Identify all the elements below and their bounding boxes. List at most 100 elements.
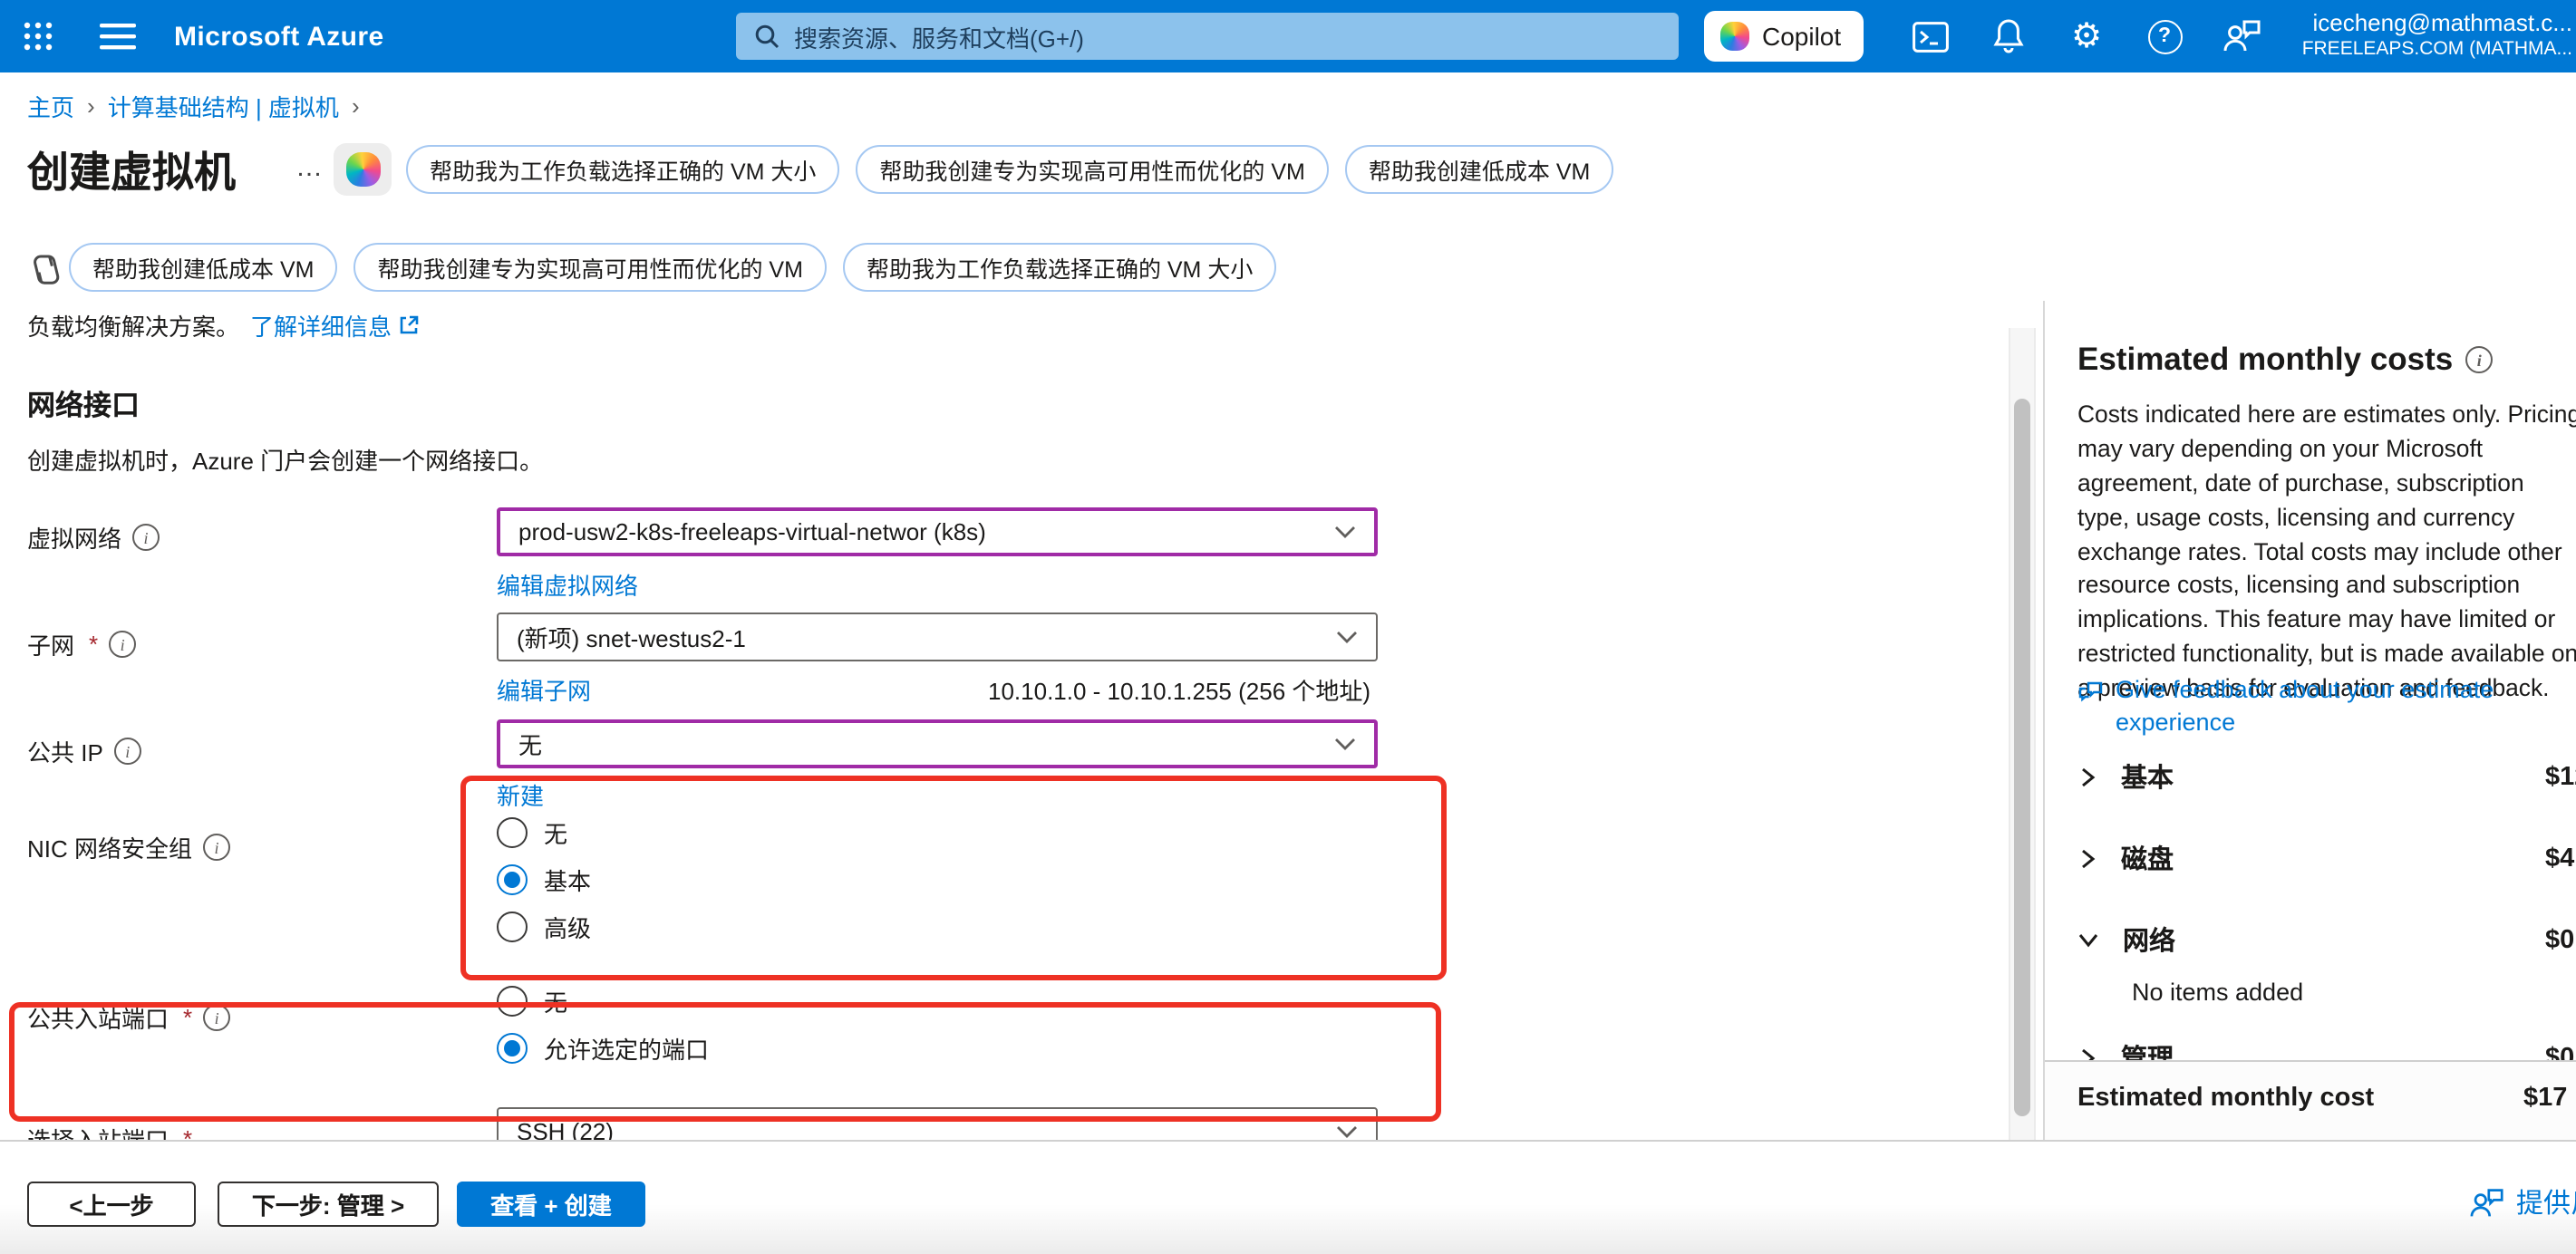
select-ports-dropdown[interactable]: SSH (22) xyxy=(497,1107,1378,1140)
radio-selected-icon xyxy=(497,1033,528,1064)
estimated-total-bar: Estimated monthly cost $17 xyxy=(2045,1060,2576,1140)
section-description: 创建虚拟机时，Azure 门户会创建一个网络接口。 xyxy=(27,442,543,477)
public-ip-dropdown[interactable]: 无 xyxy=(497,719,1378,768)
subnet-dropdown[interactable]: (新项) snet-westus2-1 xyxy=(497,613,1378,661)
inbound-ports-label: 公共入站端口*i xyxy=(27,1000,230,1035)
cost-row-disk[interactable]: 磁盘 $4.8 xyxy=(2077,839,2576,877)
chevron-right-icon xyxy=(2077,847,2097,869)
info-icon[interactable]: i xyxy=(109,631,136,658)
public-ip-label: 公共 IPi xyxy=(27,734,141,768)
inbound-option-none[interactable]: 无 xyxy=(497,984,567,1018)
estimate-feedback-link[interactable]: Give feedback about your estimate experi… xyxy=(2077,674,2549,740)
chevron-down-icon xyxy=(2077,930,2099,950)
breadcrumb-home[interactable]: 主页 xyxy=(27,89,74,123)
feedback-person-icon[interactable] xyxy=(2219,13,2266,60)
select-ports-label: 选择入站端口* xyxy=(27,1122,192,1140)
info-icon[interactable]: i xyxy=(2465,346,2493,373)
suggestion-pill[interactable]: 帮助我创建低成本 VM xyxy=(69,243,337,292)
intro-line: 负载均衡解决方案。 了解详细信息 xyxy=(27,308,419,342)
feedback-person-icon xyxy=(2469,1186,2505,1219)
no-items-note: No items added xyxy=(2132,979,2303,1006)
user-tenant: FREELEAPS.COM (MATHMA... xyxy=(2302,39,2572,63)
cloud-shell-icon[interactable] xyxy=(1907,13,1954,60)
suggestion-pill[interactable]: 帮助我为工作负载选择正确的 VM 大小 xyxy=(843,243,1276,292)
vnet-dropdown[interactable]: prod-usw2-k8s-freeleaps-virtual-networ (… xyxy=(497,507,1378,556)
account-info[interactable]: icecheng@mathmast.c... FREELEAPS.COM (MA… xyxy=(2302,9,2572,63)
radio-selected-icon xyxy=(497,864,528,895)
global-search-input[interactable]: 搜索资源、服务和文档(G+/) xyxy=(736,13,1679,60)
chevron-right-icon: › xyxy=(352,92,360,120)
product-title[interactable]: Microsoft Azure xyxy=(174,21,384,52)
scrollbar-thumb[interactable] xyxy=(2014,399,2030,1116)
cost-panel-title: Estimated monthly costsi xyxy=(2077,341,2493,379)
chevron-right-icon: › xyxy=(87,92,95,120)
footer-bar: <上一步 下一步: 管理 > 查看 + 创建 提供反馈 xyxy=(0,1140,2576,1254)
edit-vnet-link[interactable]: 编辑虚拟网络 xyxy=(497,567,638,602)
create-new-public-ip-link[interactable]: 新建 xyxy=(497,777,544,812)
topbar-icons: ⚙ ? xyxy=(1907,0,2266,72)
more-options-button[interactable]: … xyxy=(295,152,324,183)
copilot-button[interactable]: Copilot xyxy=(1704,11,1863,62)
azure-portal: Microsoft Azure 搜索资源、服务和文档(G+/) Copilot … xyxy=(0,0,2576,1254)
search-icon xyxy=(754,24,780,49)
settings-gear-icon[interactable]: ⚙ xyxy=(2063,13,2110,60)
chevron-down-icon xyxy=(1334,738,1356,750)
cost-row-basic[interactable]: 基本 $12.9 xyxy=(2077,757,2576,796)
speech-bubbles-icon xyxy=(2077,678,2105,705)
top-bar: Microsoft Azure 搜索资源、服务和文档(G+/) Copilot … xyxy=(0,0,2576,72)
cost-row-network[interactable]: 网络 $0.0 xyxy=(2077,921,2576,959)
copilot-label: Copilot xyxy=(1762,22,1841,51)
chevron-right-icon xyxy=(2077,766,2097,787)
suggestion-pill[interactable]: 帮助我为工作负载选择正确的 VM 大小 xyxy=(406,145,839,194)
suggestion-pill[interactable]: 帮助我创建专为实现高可用性而优化的 VM xyxy=(856,145,1328,194)
copilot-suggestions-top: 帮助我为工作负载选择正确的 VM 大小 帮助我创建专为实现高可用性而优化的 VM… xyxy=(406,145,1613,194)
copilot-outline-icon xyxy=(27,250,63,288)
total-value: $17 xyxy=(2523,1084,2567,1113)
notifications-bell-icon[interactable] xyxy=(1985,13,2032,60)
breadcrumb-section[interactable]: 计算基础结构 | 虚拟机 xyxy=(108,89,339,123)
nsg-label: NIC 网络安全组i xyxy=(27,830,230,864)
section-title: 网络接口 xyxy=(27,384,140,424)
suggestion-pill[interactable]: 帮助我创建专为实现高可用性而优化的 VM xyxy=(353,243,826,292)
copilot-logo-icon xyxy=(1720,22,1749,51)
radio-icon xyxy=(497,912,528,942)
cost-panel: Estimated monthly costsi Costs indicated… xyxy=(2043,301,2576,1140)
page-title: 创建虚拟机 xyxy=(27,138,236,199)
suggestion-pill[interactable]: 帮助我创建低成本 VM xyxy=(1345,145,1613,194)
info-icon[interactable]: i xyxy=(203,834,230,861)
nsg-option-advanced[interactable]: 高级 xyxy=(497,910,591,944)
copilot-suggestions-row2: 帮助我创建低成本 VM 帮助我创建专为实现高可用性而优化的 VM 帮助我为工作负… xyxy=(69,243,1276,292)
nsg-option-basic[interactable]: 基本 xyxy=(497,863,591,897)
radio-icon xyxy=(497,986,528,1017)
next-step-button[interactable]: 下一步: 管理 > xyxy=(218,1182,439,1227)
radio-icon xyxy=(497,817,528,848)
chevron-down-icon xyxy=(1336,631,1358,643)
help-icon[interactable]: ? xyxy=(2141,13,2188,60)
edit-subnet-link[interactable]: 编辑子网 xyxy=(497,672,591,707)
search-placeholder: 搜索资源、服务和文档(G+/) xyxy=(794,19,1084,53)
previous-step-button[interactable]: <上一步 xyxy=(27,1182,196,1227)
provide-feedback-link[interactable]: 提供反馈 xyxy=(2469,1183,2576,1221)
subnet-range: 10.10.1.0 - 10.10.1.255 (256 个地址) xyxy=(988,672,1370,707)
review-create-button[interactable]: 查看 + 创建 xyxy=(457,1182,645,1227)
learn-more-link[interactable]: 了解详细信息 xyxy=(250,308,419,342)
copilot-badge-button[interactable] xyxy=(334,143,392,196)
hamburger-menu-icon[interactable] xyxy=(94,13,141,60)
vertical-scrollbar[interactable] xyxy=(2009,328,2036,1140)
nsg-option-none[interactable]: 无 xyxy=(497,815,567,850)
external-link-icon xyxy=(399,315,419,335)
intro-text: 负载均衡解决方案。 xyxy=(27,308,239,342)
chevron-down-icon xyxy=(1336,1125,1358,1138)
form-scroll-area: 负载均衡解决方案。 了解详细信息 网络接口 创建虚拟机时，Azure 门户会创建… xyxy=(0,301,2043,1140)
copilot-logo-icon xyxy=(345,152,380,187)
info-icon[interactable]: i xyxy=(203,1004,230,1031)
info-icon[interactable]: i xyxy=(132,524,160,551)
cost-disclaimer: Costs indicated here are estimates only.… xyxy=(2077,399,2576,707)
info-icon[interactable]: i xyxy=(114,738,141,765)
inbound-option-allow-selected[interactable]: 允许选定的端口 xyxy=(497,1031,709,1066)
breadcrumb: 主页 › 计算基础结构 | 虚拟机 › xyxy=(27,89,360,123)
subnet-label: 子网*i xyxy=(27,627,136,661)
chevron-down-icon xyxy=(1334,526,1356,538)
app-launcher-icon[interactable] xyxy=(15,13,62,60)
total-label: Estimated monthly cost xyxy=(2077,1084,2374,1113)
